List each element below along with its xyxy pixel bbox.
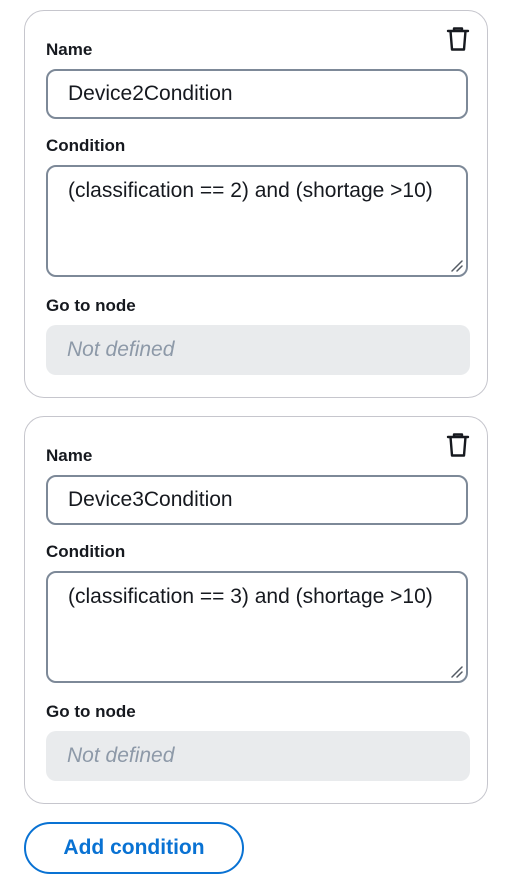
goto-node-select: Not defined: [46, 325, 470, 375]
condition-label: Condition: [46, 542, 126, 561]
name-label: Name: [46, 40, 93, 59]
trash-icon: [446, 27, 470, 51]
name-label: Name: [46, 446, 93, 465]
goto-node-label: Go to node: [46, 296, 136, 315]
resize-handle-icon[interactable]: [449, 664, 463, 678]
name-input[interactable]: Device2Condition: [46, 69, 468, 119]
condition-text: (classification == 2) and (shortage >10): [68, 179, 433, 202]
add-condition-button[interactable]: Add condition: [24, 822, 244, 874]
goto-node-select: Not defined: [46, 731, 470, 781]
name-input[interactable]: Device3Condition: [46, 475, 468, 525]
delete-condition-button[interactable]: [444, 431, 472, 459]
resize-handle-icon[interactable]: [449, 258, 463, 272]
condition-card: Name Device2Condition Condition (classif…: [24, 10, 488, 398]
condition-textarea[interactable]: (classification == 2) and (shortage >10): [46, 165, 468, 277]
condition-card: Name Device3Condition Condition (classif…: [24, 416, 488, 804]
conditions-panel: Name Device2Condition Condition (classif…: [0, 0, 532, 886]
condition-textarea[interactable]: (classification == 3) and (shortage >10): [46, 571, 468, 683]
trash-icon: [446, 433, 470, 457]
condition-label: Condition: [46, 136, 126, 155]
goto-node-label: Go to node: [46, 702, 136, 721]
condition-text: (classification == 3) and (shortage >10): [68, 585, 433, 608]
delete-condition-button[interactable]: [444, 25, 472, 53]
